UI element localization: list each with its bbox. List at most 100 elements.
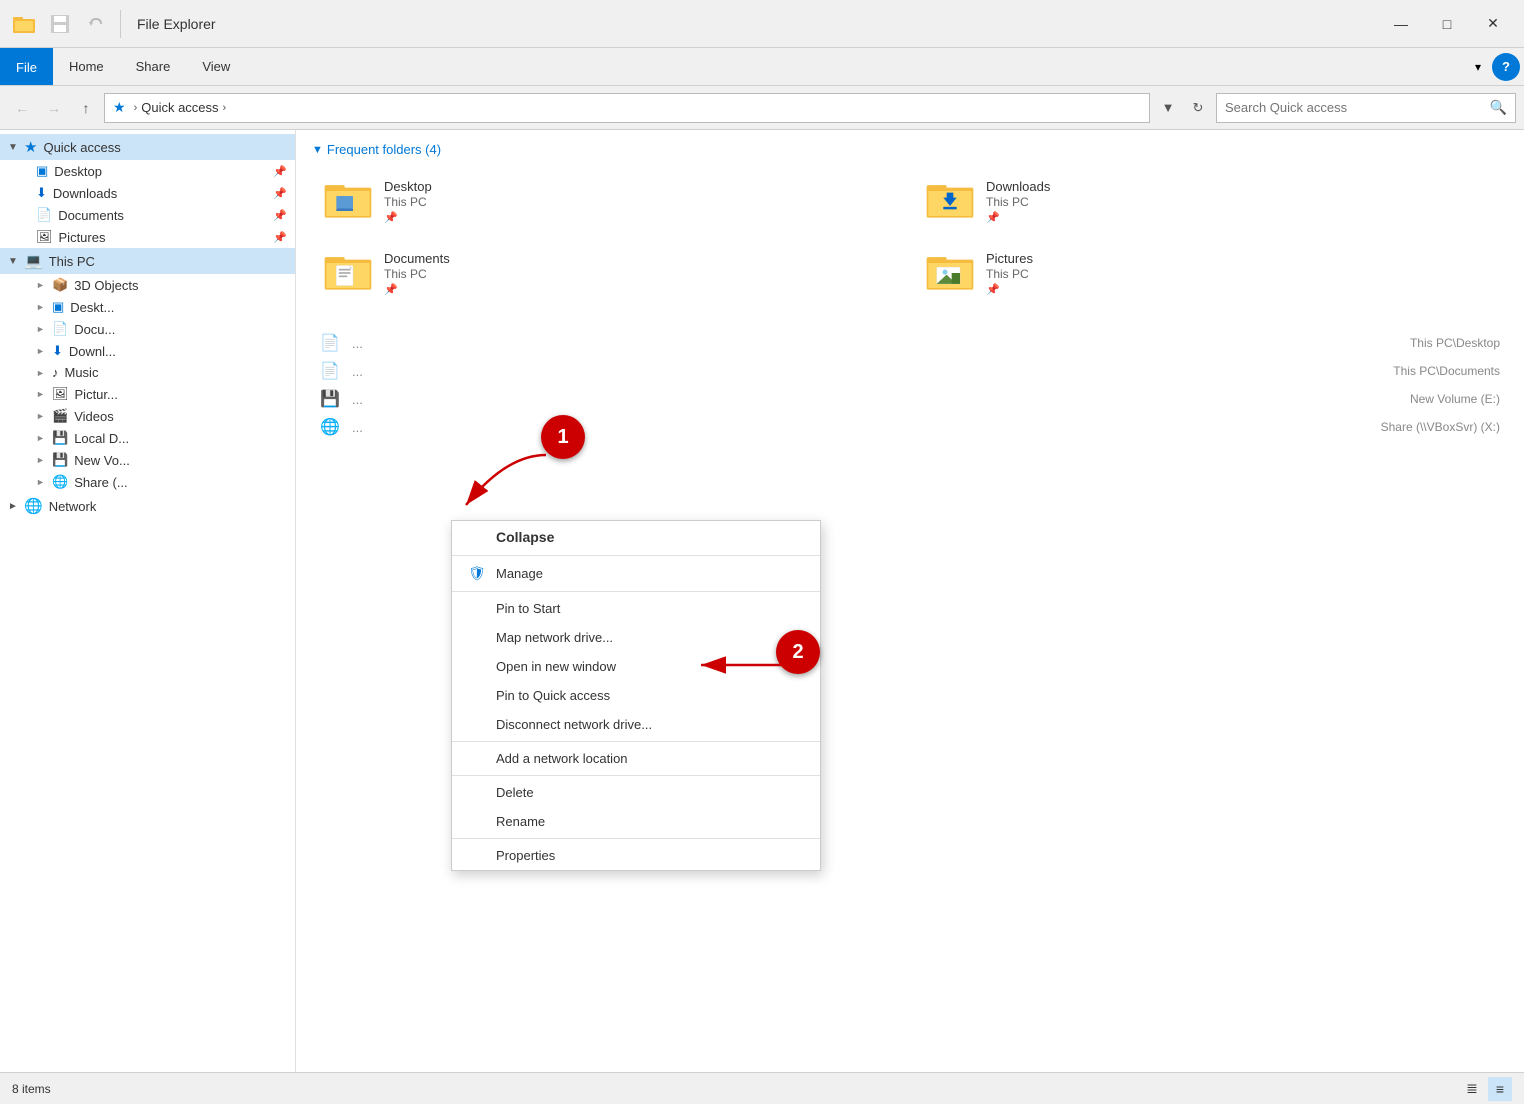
- help-button[interactable]: ?: [1492, 53, 1520, 81]
- search-box[interactable]: 🔍: [1216, 93, 1516, 123]
- desktop-folder-pin: 📌: [384, 211, 432, 224]
- recent-item-3[interactable]: 💾 ... New Volume (E:): [312, 385, 1508, 413]
- ribbon-collapse-button[interactable]: ▾: [1464, 53, 1492, 81]
- documents-folder-name: Documents: [384, 251, 450, 266]
- ctx-pin-quick-access[interactable]: Pin to Quick access: [452, 681, 820, 710]
- pictures-icon: 🖼: [36, 229, 53, 245]
- ctx-map-drive[interactable]: Map network drive...: [452, 623, 820, 652]
- recent-item-4[interactable]: 🌐 ... Share (\\VBoxSvr) (X:): [312, 413, 1508, 441]
- details-view-button[interactable]: ≡: [1488, 1077, 1512, 1101]
- title-bar-icons: [8, 8, 125, 40]
- tab-share[interactable]: Share: [120, 48, 187, 85]
- sidebar: ▼ ★ Quick access ▣ Desktop 📌 ⬇ Downloads…: [0, 130, 296, 1072]
- ctx-pin-quick-access-label: Pin to Quick access: [496, 688, 610, 703]
- sidebar-item-documents[interactable]: 📄 Documents 📌: [0, 204, 295, 226]
- forward-button[interactable]: →: [40, 94, 68, 122]
- folder-item-documents[interactable]: Documents This PC 📌: [312, 241, 906, 305]
- share-label: Share (...: [74, 475, 287, 490]
- downloads-folder-subtitle: This PC: [986, 195, 1050, 209]
- sidebar-item-quick-access[interactable]: ▼ ★ Quick access: [0, 134, 295, 160]
- expand-icon: ▼: [8, 142, 24, 153]
- ribbon: File Home Share View ▾ ?: [0, 48, 1524, 86]
- section-expand-icon: ▼: [312, 144, 323, 156]
- ctx-add-network[interactable]: Add a network location: [452, 744, 820, 773]
- ctx-rename-label: Rename: [496, 814, 545, 829]
- share-expand-icon: ►: [36, 477, 48, 487]
- up-button[interactable]: ↑: [72, 94, 100, 122]
- ctx-sep-4: [452, 775, 820, 776]
- quick-access-label: Quick access: [43, 140, 287, 155]
- refresh-button[interactable]: ↻: [1184, 94, 1212, 122]
- ctx-delete[interactable]: Delete: [452, 778, 820, 807]
- sidebar-item-local-disk[interactable]: ► 💾 Local D...: [0, 427, 295, 449]
- documents-folder-info: Documents This PC 📌: [384, 251, 450, 296]
- sidebar-item-3d-objects[interactable]: ► 📦 3D Objects: [0, 274, 295, 296]
- network-expand-icon: ►: [8, 501, 24, 512]
- tab-home[interactable]: Home: [53, 48, 120, 85]
- arrow-1: [446, 445, 566, 530]
- ctx-sep-2: [452, 591, 820, 592]
- ctx-pin-to-start[interactable]: Pin to Start: [452, 594, 820, 623]
- ctx-open-new-window-label: Open in new window: [496, 659, 616, 674]
- sidebar-item-desktop-pc[interactable]: ► ▣ Deskt...: [0, 296, 295, 318]
- ctx-rename[interactable]: Rename: [452, 807, 820, 836]
- sidebar-item-downloads-pc[interactable]: ► ⬇ Downl...: [0, 340, 295, 362]
- ctx-open-new-window[interactable]: Open in new window: [452, 652, 820, 681]
- local-disk-icon: 💾: [52, 430, 68, 446]
- music-label: Music: [65, 365, 288, 380]
- folder-item-desktop[interactable]: Desktop This PC 📌: [312, 169, 906, 233]
- sidebar-item-music[interactable]: ► ♪ Music: [0, 362, 295, 383]
- ctx-manage[interactable]: 🛡 Manage: [452, 558, 820, 589]
- ctx-disconnect-label: Disconnect network drive...: [496, 717, 652, 732]
- folder-icon[interactable]: [8, 8, 40, 40]
- desktop-label: Desktop: [54, 164, 273, 179]
- sidebar-item-documents-pc[interactable]: ► 📄 Docu...: [0, 318, 295, 340]
- docs-expand-icon: ►: [36, 324, 48, 334]
- undo-icon[interactable]: [80, 8, 112, 40]
- sidebar-item-pictures[interactable]: 🖼 Pictures 📌: [0, 226, 295, 248]
- sidebar-item-share[interactable]: ► 🌐 Share (...: [0, 471, 295, 493]
- dropdown-button[interactable]: ▼: [1154, 94, 1182, 122]
- recent-files-section: 📄 ... This PC\Desktop 📄 ... This PC\Docu…: [312, 329, 1508, 441]
- videos-icon: 🎬: [52, 408, 68, 424]
- folder-item-pictures[interactable]: Pictures This PC 📌: [914, 241, 1508, 305]
- sidebar-item-videos[interactable]: ► 🎬 Videos: [0, 405, 295, 427]
- recent-item-1[interactable]: 📄 ... This PC\Desktop: [312, 329, 1508, 357]
- recent-location-3: New Volume (E:): [1410, 392, 1500, 406]
- list-view-button[interactable]: ≣: [1460, 1077, 1484, 1101]
- sidebar-item-downloads[interactable]: ⬇ Downloads 📌: [0, 182, 295, 204]
- sidebar-item-desktop[interactable]: ▣ Desktop 📌: [0, 160, 295, 182]
- close-button[interactable]: ✕: [1470, 8, 1516, 40]
- ctx-map-drive-label: Map network drive...: [496, 630, 613, 645]
- ctx-sep-5: [452, 838, 820, 839]
- annotation-2: 2: [776, 630, 820, 674]
- frequent-folders-header[interactable]: ▼ Frequent folders (4): [312, 142, 1508, 157]
- sidebar-item-this-pc[interactable]: ▼ 💻 This PC: [0, 248, 295, 274]
- sidebar-item-network[interactable]: ► 🌐 Network: [0, 493, 295, 519]
- ctx-properties[interactable]: Properties: [452, 841, 820, 870]
- back-button[interactable]: ←: [8, 94, 36, 122]
- minimize-button[interactable]: —: [1378, 8, 1424, 40]
- ribbon-right: ▾ ?: [1464, 48, 1524, 85]
- ctx-collapse[interactable]: Collapse: [452, 521, 820, 553]
- save-icon[interactable]: [44, 8, 76, 40]
- recent-icon-2: 📄: [320, 361, 344, 381]
- recent-item-2[interactable]: 📄 ... This PC\Documents: [312, 357, 1508, 385]
- maximize-button[interactable]: □: [1424, 8, 1470, 40]
- network-label: Network: [49, 499, 287, 514]
- address-path[interactable]: ★ › Quick access ›: [104, 93, 1150, 123]
- item-count: 8 items: [12, 1082, 51, 1096]
- recent-location-4: Share (\\VBoxSvr) (X:): [1381, 420, 1500, 434]
- desktop-pc-icon: ▣: [52, 299, 64, 315]
- context-menu: Collapse 🛡 Manage Pin to Start Map netwo…: [451, 520, 821, 871]
- desktop-folder-info: Desktop This PC 📌: [384, 179, 432, 224]
- tab-view[interactable]: View: [186, 48, 246, 85]
- ctx-disconnect[interactable]: Disconnect network drive...: [452, 710, 820, 739]
- pictures-expand-icon: ►: [36, 389, 48, 399]
- sidebar-item-pictures-pc[interactable]: ► 🖼 Pictur...: [0, 383, 295, 405]
- folder-item-downloads[interactable]: Downloads This PC 📌: [914, 169, 1508, 233]
- search-input[interactable]: [1225, 100, 1490, 115]
- recent-name-3: ...: [352, 392, 1410, 407]
- tab-file[interactable]: File: [0, 48, 53, 85]
- sidebar-item-new-volume[interactable]: ► 💾 New Vo...: [0, 449, 295, 471]
